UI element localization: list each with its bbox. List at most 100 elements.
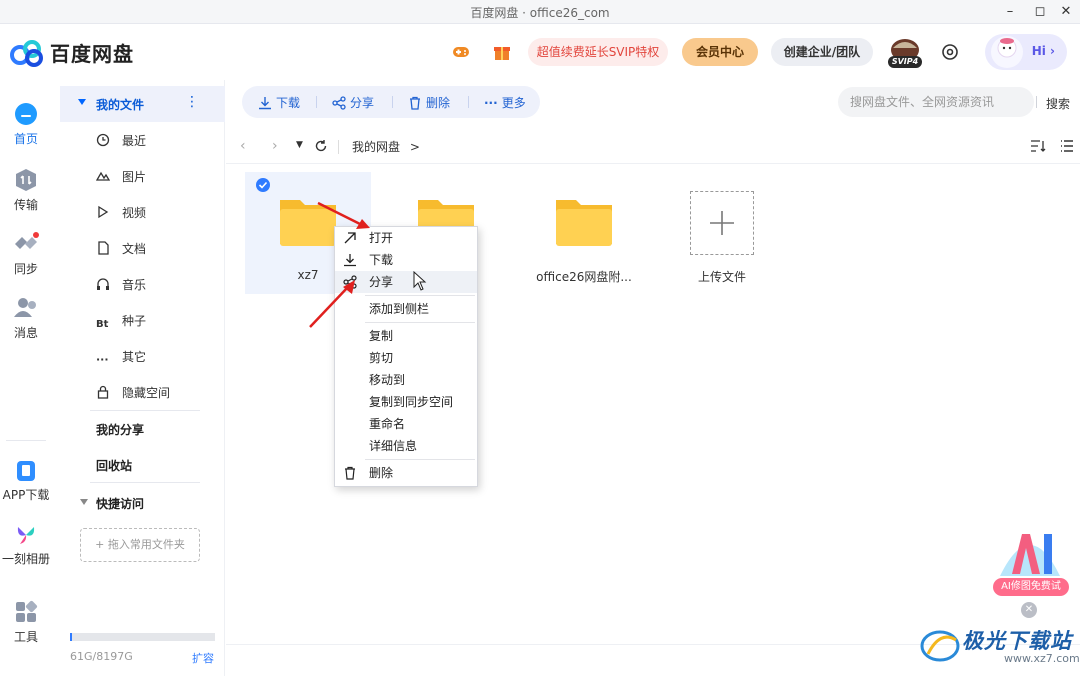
rail-messages-label: 消息 <box>13 326 38 340</box>
toolbar-divider <box>316 96 317 108</box>
search-input[interactable]: 搜网盘文件、全网资源资讯 <box>838 87 1034 117</box>
plus-icon <box>710 211 734 235</box>
search-button[interactable]: 搜索 <box>1046 95 1070 112</box>
breadcrumb[interactable]: 我的网盘 > <box>352 138 420 155</box>
menu-item-rename[interactable]: 重命名 <box>335 413 477 435</box>
sidebar-item-images[interactable]: 图片 <box>96 168 146 188</box>
butterfly-icon <box>17 527 35 544</box>
breadcrumb-root[interactable]: 我的网盘 <box>352 140 400 154</box>
refresh-icon[interactable] <box>314 139 328 153</box>
ai-promo-label[interactable]: AI修图免费试 <box>993 578 1069 596</box>
sidebar-item-label: 隐藏空间 <box>122 386 171 400</box>
search-divider <box>1036 96 1037 108</box>
left-rail: 首页 传输 同步 消息 APP下载 一刻相册 工具 <box>0 80 60 676</box>
app-header: 百度网盘 超值续费延长SVIP特权 会员中心 创建企业/团队 SVIP4 Hi … <box>0 24 1080 80</box>
cloud-home-icon <box>15 103 37 125</box>
share-icon <box>332 96 346 110</box>
selected-check-icon[interactable] <box>256 178 270 192</box>
file-name: office26网盘附... <box>536 270 632 284</box>
rail-home[interactable]: 首页 <box>0 102 52 147</box>
minimize-button[interactable]: – <box>1000 2 1020 22</box>
rail-app-download[interactable]: APP下载 <box>0 460 52 503</box>
delete-label: 删除 <box>426 96 451 110</box>
rail-album[interactable]: 一刻相册 <box>0 524 52 567</box>
sidebar-item-documents[interactable]: 文档 <box>96 240 146 260</box>
more-button[interactable]: ··· 更多 <box>484 94 526 111</box>
menu-item-move-to[interactable]: 移动到 <box>335 369 477 391</box>
settings-icon[interactable] <box>940 42 960 62</box>
sidebar-item-label: 其它 <box>122 350 147 364</box>
toolbar-divider <box>392 96 393 108</box>
sidebar-divider <box>90 482 200 483</box>
user-avatar[interactable]: Hi › <box>985 34 1067 70</box>
history-dropdown-icon[interactable]: ▼ <box>296 140 303 150</box>
download-label: 下载 <box>276 96 301 110</box>
menu-item-copy-to-sync[interactable]: 复制到同步空间 <box>335 391 477 413</box>
gift-icon[interactable] <box>492 42 512 62</box>
sidebar-item-music[interactable]: 音乐 <box>96 276 146 296</box>
list-view-icon[interactable] <box>1060 139 1074 153</box>
vip-center-button[interactable]: 会员中心 <box>682 38 758 66</box>
gamepad-icon[interactable] <box>451 42 471 62</box>
storage-quota-fill <box>70 633 73 641</box>
app-logo[interactable]: 百度网盘 <box>10 38 134 67</box>
more-vertical-icon[interactable]: ⋮ <box>185 94 199 110</box>
rail-divider <box>6 440 46 441</box>
close-icon[interactable]: ✕ <box>1021 602 1037 618</box>
breadcrumb-separator: > <box>409 140 420 154</box>
sidebar-item-others[interactable]: ··· 其它 <box>96 348 146 368</box>
sidebar-item-torrents[interactable]: Bt 种子 <box>96 312 146 332</box>
sidebar-item-my-share[interactable]: 我的分享 <box>96 421 144 438</box>
sidebar-item-videos[interactable]: 视频 <box>96 204 146 224</box>
menu-divider <box>365 322 475 323</box>
close-button[interactable]: ✕ <box>1056 2 1076 22</box>
sidebar-item-label: 最近 <box>122 134 147 148</box>
rail-app-download-label: APP下载 <box>2 488 50 502</box>
folder-item[interactable]: office26网盘附... <box>521 172 647 294</box>
rail-transfer[interactable]: 传输 <box>0 168 52 213</box>
menu-item-delete[interactable]: 删除 <box>335 462 477 484</box>
rail-sync[interactable]: 同步 <box>0 232 52 277</box>
path-navigation: ‹ › ▼ 我的网盘 > <box>226 130 1080 164</box>
rail-album-label: 一刻相册 <box>1 552 50 566</box>
share-button[interactable]: 分享 <box>332 94 374 111</box>
sidebar-item-hidden-space[interactable]: 隐藏空间 <box>96 384 170 404</box>
menu-item-details[interactable]: 详细信息 <box>335 435 477 457</box>
menu-divider <box>365 295 475 296</box>
delete-button[interactable]: 删除 <box>408 94 450 111</box>
clock-icon <box>96 133 110 147</box>
sidebar-item-my-files[interactable]: 我的文件 ⋮ <box>60 86 225 122</box>
forward-arrow-icon[interactable]: › <box>272 138 278 154</box>
chevron-down-icon <box>80 499 88 505</box>
sidebar: 我的文件 ⋮ 最近 图片 视频 文档 音乐 Bt 种子 ··· 其它 隐藏空间 我的… <box>60 80 225 676</box>
mouse-cursor-icon <box>413 271 427 291</box>
menu-item-cut[interactable]: 剪切 <box>335 347 477 369</box>
rail-tools[interactable]: 工具 <box>0 600 52 645</box>
storage-quota-bar <box>70 633 215 641</box>
document-icon <box>98 241 109 255</box>
renew-promo-button[interactable]: 超值续费延长SVIP特权 <box>528 38 668 66</box>
rail-tools-label: 工具 <box>13 630 38 644</box>
drop-common-folder-zone[interactable]: + 拖入常用文件夹 <box>80 528 200 562</box>
sidebar-item-quick-access[interactable]: 快捷访问 <box>80 495 144 512</box>
sidebar-item-recent[interactable]: 最近 <box>96 132 146 152</box>
download-button[interactable]: 下载 <box>258 94 300 111</box>
sidebar-item-recycle-bin[interactable]: 回收站 <box>96 457 132 474</box>
upload-file-label: 上传文件 <box>697 270 746 284</box>
sort-icon[interactable] <box>1030 139 1046 153</box>
chevron-down-icon <box>78 99 86 105</box>
back-arrow-icon[interactable]: ‹ <box>240 138 246 154</box>
menu-item-label: 详细信息 <box>369 439 418 453</box>
rail-messages[interactable]: 消息 <box>0 296 52 341</box>
menu-item-label: 移动到 <box>369 373 406 387</box>
watermark-text: 极光下载站 <box>962 629 1072 653</box>
create-team-button[interactable]: 创建企业/团队 <box>771 38 873 66</box>
watermark-url: www.xz7.com <box>1004 652 1080 665</box>
upload-file-button[interactable] <box>690 191 754 255</box>
expand-storage-link[interactable]: 扩容 <box>192 650 214 666</box>
trash-icon <box>345 466 355 480</box>
menu-item-label: 复制到同步空间 <box>369 395 454 409</box>
phone-icon <box>17 461 35 481</box>
svip-badge[interactable]: SVIP4 <box>885 36 925 70</box>
maximize-button[interactable]: ◻ <box>1030 2 1050 22</box>
